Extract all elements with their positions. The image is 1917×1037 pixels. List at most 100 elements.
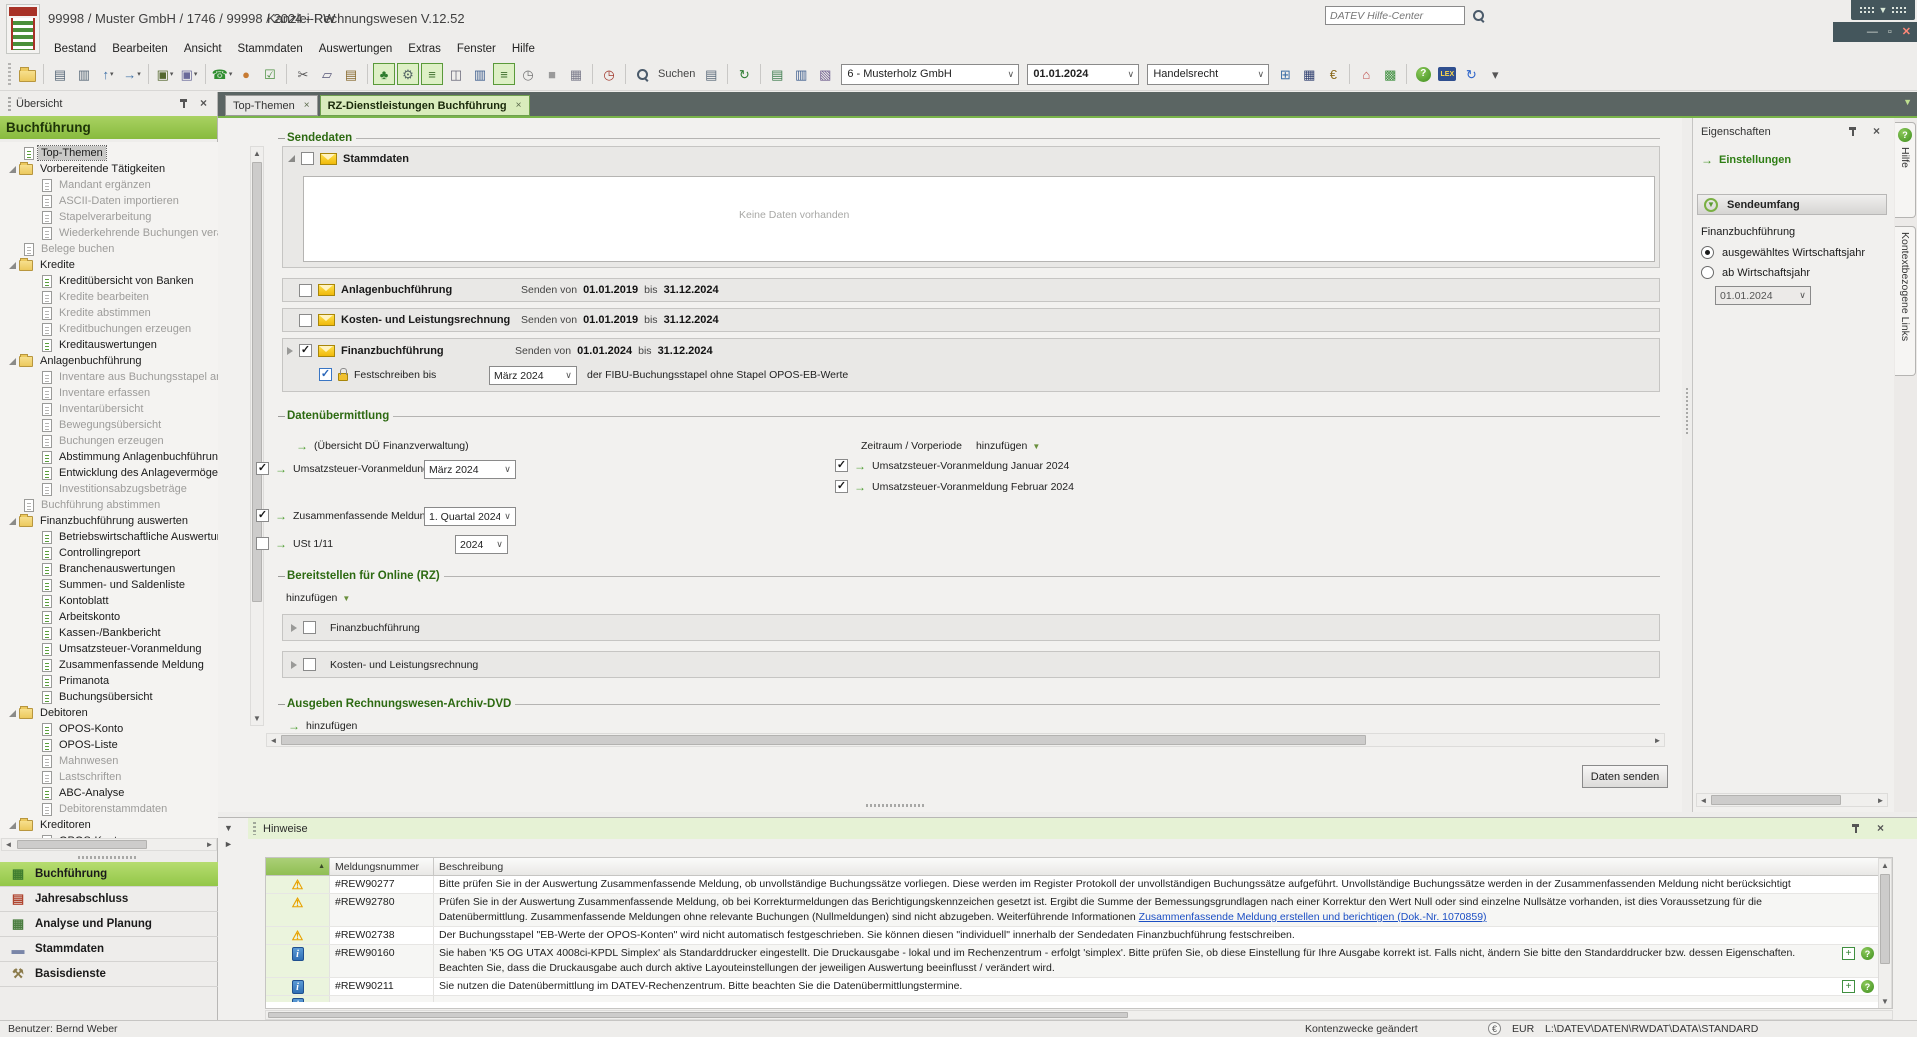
cut-icon[interactable]: ✂ <box>292 63 314 85</box>
help-icon[interactable]: ? <box>1412 63 1434 85</box>
expander-open-icon[interactable] <box>6 165 19 173</box>
doc-export-icon[interactable]: ▤ <box>766 63 788 85</box>
scroll-left-icon[interactable]: ◄ <box>1697 794 1710 806</box>
panel-splitter[interactable] <box>1682 118 1692 812</box>
ust111-checkbox[interactable] <box>256 537 269 550</box>
radio-icon[interactable] <box>1701 266 1714 279</box>
menu-item[interactable]: Hilfe <box>504 41 543 57</box>
zm-select[interactable]: 1. Quartal 2024 ∨ <box>424 507 516 526</box>
hinweis-row[interactable]: ⚠ #REW92780 Prüfen Sie in der Auswertung Z… <box>266 894 1892 927</box>
splitter-grip[interactable] <box>866 804 926 807</box>
tree-view-icon[interactable]: ♣ <box>373 63 395 85</box>
insert-row-icon[interactable]: ≡ <box>421 63 443 85</box>
close-button[interactable]: ✕ <box>1902 26 1911 38</box>
pin-icon[interactable] <box>179 98 189 109</box>
sidebar-item-buchf-hrung[interactable]: ▦ Buchführung <box>0 862 218 887</box>
ausgeben-hinzufuegen-button[interactable]: → hinzufügen <box>288 720 357 732</box>
scroll-up-icon[interactable]: ▲ <box>1879 859 1891 872</box>
stop-icon[interactable]: ■ <box>541 63 563 85</box>
tab-close-icon[interactable]: × <box>304 100 310 111</box>
split-window-icon[interactable]: ◫ <box>445 63 467 85</box>
search-doc-icon[interactable] <box>631 63 653 85</box>
tab-kontextbezogene-links[interactable]: Kontextbezogene Links <box>1895 226 1916 376</box>
wirtschaftsjahr-select[interactable]: 01.01.2024 ∨ <box>1715 286 1811 305</box>
tab-overflow-icon[interactable]: ▼ <box>1903 97 1912 107</box>
sidebar-item-jahresabschluss[interactable]: ▤ Jahresabschluss <box>0 887 218 912</box>
props-h-scrollbar[interactable]: ◄ ► <box>1696 793 1888 807</box>
open-document-icon[interactable]: + <box>1842 980 1855 993</box>
menu-item[interactable]: Auswertungen <box>311 41 401 57</box>
tree-item[interactable]: Inventarübersicht <box>0 401 218 417</box>
anlagen-checkbox[interactable] <box>299 283 312 297</box>
close-icon[interactable]: × <box>1873 125 1880 137</box>
scrollbar-thumb[interactable] <box>268 1012 1128 1018</box>
tree-item[interactable]: OPOS-Konto <box>0 721 218 737</box>
wrench-icon[interactable]: ⚙ <box>397 63 419 85</box>
pin-icon[interactable] <box>1848 126 1858 137</box>
radio-row[interactable]: ab Wirtschaftsjahr <box>1701 266 1810 279</box>
vorperiode-checkbox[interactable] <box>835 480 848 493</box>
stammdaten-row[interactable]: Stammdaten <box>288 152 409 165</box>
tree-item[interactable]: Primanota <box>0 673 218 689</box>
tree-item[interactable]: Kreditbuchungen erzeugen <box>0 321 218 337</box>
ust111-select[interactable]: 2024 ∨ <box>455 535 508 554</box>
doc-search-icon[interactable]: ▧ <box>814 63 836 85</box>
tree-item[interactable]: Umsatzsteuer-Voranmeldung <box>0 641 218 657</box>
help-center-search-input[interactable] <box>1326 9 1464 22</box>
open-document-icon[interactable]: + <box>1842 947 1855 960</box>
tab-top-themen[interactable]: Top-Themen × <box>225 95 318 116</box>
calc-close-icon[interactable]: ▦ <box>565 63 587 85</box>
timer-icon[interactable]: ◷ <box>598 63 620 85</box>
nav-forward-icon[interactable]: → ▾ <box>121 63 143 85</box>
tree-item[interactable]: Buchungen erzeugen <box>0 433 218 449</box>
tree-item[interactable]: ASCII-Daten importieren <box>0 193 218 209</box>
doc-link[interactable]: Zusammenfassende Meldung erstellen und b… <box>1139 911 1487 923</box>
tree-item[interactable]: Kreditauswertungen <box>0 337 218 353</box>
close-icon[interactable]: × <box>1877 822 1884 834</box>
sidebar-h-scrollbar[interactable]: ◄ ► <box>1 838 217 851</box>
scroll-down-icon[interactable]: ▼ <box>1879 995 1891 1008</box>
clock-icon[interactable]: ◷ <box>517 63 539 85</box>
scroll-right-icon[interactable]: ► <box>1651 734 1664 746</box>
column-header[interactable]: Meldungsnummer <box>330 858 434 875</box>
tree-item[interactable]: Kreditoren <box>0 817 218 833</box>
kost-checkbox[interactable] <box>299 313 312 327</box>
date-combo[interactable]: 01.01.2024 ∨ <box>1027 63 1140 85</box>
menu-item[interactable]: Extras <box>400 41 449 57</box>
close-icon[interactable]: × <box>200 97 207 109</box>
scrollbar-thumb[interactable] <box>1880 874 1890 964</box>
list-view-icon[interactable]: ≡ <box>493 63 515 85</box>
paste-icon[interactable]: ▤ <box>340 63 362 85</box>
tree-item[interactable]: Entwicklung des Anlagevermögens <box>0 465 218 481</box>
tree-item[interactable]: Kredite bearbeiten <box>0 289 218 305</box>
tree-item[interactable]: Betriebswirtschaftliche Auswertung <box>0 529 218 545</box>
pin-icon[interactable] <box>1851 823 1861 834</box>
tab-rz-dienstleistungen-buchf-hrung[interactable]: RZ-Dienstleistungen Buchführung × <box>319 95 530 116</box>
ustva-select[interactable]: März 2024 ∨ <box>424 460 516 479</box>
window-program-icon[interactable]: ▣ ▾ <box>154 63 176 85</box>
scroll-left-icon[interactable]: ◄ <box>267 734 280 746</box>
festschreiben-select[interactable]: März 2024 ∨ <box>489 366 577 385</box>
tree-item[interactable]: Zusammenfassende Meldung <box>0 657 218 673</box>
content-v-scrollbar[interactable]: ▲ ▼ <box>250 146 264 726</box>
handshake-icon[interactable]: ● <box>235 63 257 85</box>
toolbar-overflow-icon[interactable]: ▾ <box>1484 63 1506 85</box>
phone-icon[interactable]: ☎ ▾ <box>211 63 233 85</box>
content-h-scrollbar[interactable]: ◄ ► <box>266 733 1665 747</box>
einstellungen-link[interactable]: → Einstellungen <box>1701 154 1791 166</box>
minimize-button[interactable]: — <box>1867 26 1878 38</box>
tree-item[interactable]: Controllingreport <box>0 545 218 561</box>
calculator-euro-icon[interactable]: € <box>1322 63 1344 85</box>
festschreiben-checkbox[interactable] <box>319 368 332 381</box>
scrollbar-thumb[interactable] <box>252 162 262 602</box>
tree-item[interactable]: Inventare erfassen <box>0 385 218 401</box>
lexinform-icon[interactable]: LEX <box>1436 63 1458 85</box>
scroll-right-icon[interactable]: ► <box>203 839 216 850</box>
menu-item[interactable]: Fenster <box>449 41 504 57</box>
menu-item[interactable]: Bearbeiten <box>104 41 176 57</box>
row-help-icon[interactable]: ? <box>1861 947 1874 960</box>
law-combo[interactable]: Handelsrecht ∨ <box>1147 63 1270 85</box>
help-center-search[interactable] <box>1325 6 1465 25</box>
bereit-row-fibu[interactable]: Finanzbuchführung <box>282 614 1660 641</box>
print-list-icon[interactable]: ▤ <box>700 63 722 85</box>
